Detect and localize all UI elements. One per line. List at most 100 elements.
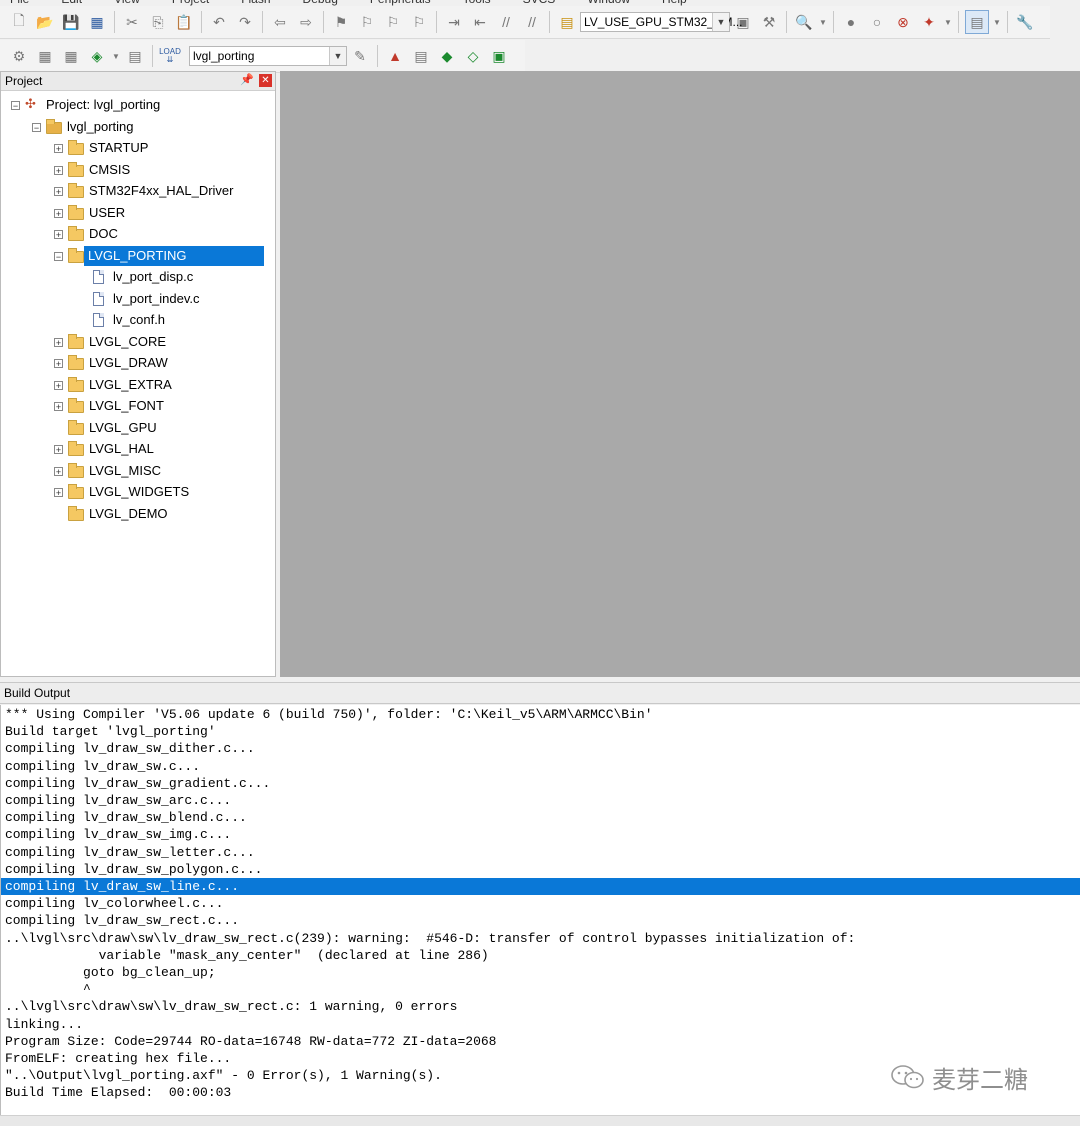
expand-icon[interactable]: + bbox=[54, 488, 63, 498]
unindent-icon[interactable]: ⇤ bbox=[469, 11, 491, 33]
output-line[interactable]: compiling lv_draw_sw_letter.c... bbox=[5, 844, 255, 861]
chevron-down-icon[interactable]: ▼ bbox=[819, 11, 827, 33]
expand-icon[interactable]: + bbox=[54, 144, 63, 154]
tree-folder-item[interactable]: − lvgl_porting bbox=[1, 117, 273, 137]
redo-icon[interactable]: ↷ bbox=[234, 11, 256, 33]
select-packs-icon[interactable]: ◇ bbox=[462, 45, 484, 67]
expand-icon[interactable]: + bbox=[54, 359, 63, 369]
tree-folder-item[interactable]: − ✣ Project: lvgl_porting bbox=[1, 95, 273, 115]
output-line[interactable]: compiling lv_draw_sw_blend.c... bbox=[5, 809, 247, 826]
output-line[interactable]: compiling lv_draw_sw_polygon.c... bbox=[5, 861, 262, 878]
output-line[interactable]: Build Time Elapsed: 00:00:03 bbox=[5, 1084, 231, 1101]
bookmark-prev-icon[interactable]: ⚐ bbox=[356, 11, 378, 33]
indent-icon[interactable]: ⇥ bbox=[443, 11, 465, 33]
output-line[interactable]: ..\lvgl\src\draw\sw\lv_draw_sw_rect.c(23… bbox=[5, 930, 855, 947]
stop-build-icon[interactable]: ▤ bbox=[124, 45, 146, 67]
chevron-down-icon[interactable]: ▼ bbox=[712, 13, 729, 31]
expand-icon[interactable]: + bbox=[54, 187, 63, 197]
build-icon[interactable]: ▦ bbox=[34, 45, 56, 67]
file-extensions-icon[interactable]: ▲ bbox=[384, 45, 406, 67]
bookmark-next-icon[interactable]: ⚐ bbox=[382, 11, 404, 33]
nav-back-icon[interactable]: ⇦ bbox=[269, 11, 291, 33]
tree-folder-item[interactable]: + STARTUP bbox=[1, 138, 273, 158]
tree-folder-item[interactable]: + LVGL_WIDGETS bbox=[1, 482, 273, 502]
output-line[interactable]: compiling lv_draw_sw_img.c... bbox=[5, 826, 231, 843]
chevron-down-icon[interactable]: ▼ bbox=[944, 11, 952, 33]
tree-folder-item[interactable]: + LVGL_CORE bbox=[1, 332, 273, 352]
tree-folder-item[interactable]: + LVGL_DRAW bbox=[1, 353, 273, 373]
expand-icon[interactable]: + bbox=[54, 445, 63, 455]
output-line[interactable]: compiling lv_draw_sw_rect.c... bbox=[5, 912, 239, 929]
download-icon[interactable]: LOAD ⇊ bbox=[159, 45, 181, 67]
close-icon[interactable]: ✕ bbox=[259, 74, 272, 87]
tree-folder-item[interactable]: + LVGL_HAL bbox=[1, 439, 273, 459]
breakpoint-kill-all-icon[interactable]: ✦ bbox=[918, 11, 940, 33]
find-in-files-icon[interactable]: ▤ bbox=[556, 11, 578, 33]
tree-folder-item[interactable]: + USER bbox=[1, 203, 273, 223]
collapse-icon[interactable]: − bbox=[11, 101, 20, 111]
breakpoint-enable-icon[interactable]: ○ bbox=[866, 11, 888, 33]
tree-folder-item[interactable]: LVGL_DEMO bbox=[1, 504, 273, 524]
output-line[interactable]: variable "mask_any_center" (declared at … bbox=[5, 947, 489, 964]
new-file-icon[interactable]: 🗋 bbox=[8, 11, 30, 33]
tree-folder-item[interactable]: + STM32F4xx_HAL_Driver bbox=[1, 181, 273, 201]
window-layout-icon[interactable]: ▤ bbox=[965, 10, 989, 34]
output-line[interactable]: compiling lv_draw_sw_dither.c... bbox=[5, 740, 255, 757]
incremental-find-icon[interactable]: ⚒ bbox=[758, 11, 780, 33]
copy-icon[interactable]: ⎘ bbox=[147, 11, 169, 33]
expand-icon[interactable]: + bbox=[54, 380, 63, 390]
expand-icon[interactable]: + bbox=[54, 230, 63, 240]
expand-icon[interactable]: + bbox=[54, 337, 63, 347]
breakpoint-insert-icon[interactable]: ● bbox=[840, 11, 862, 33]
tree-folder-item[interactable]: LVGL_GPU bbox=[1, 418, 273, 438]
tree-file-item[interactable]: lv_port_disp.c bbox=[1, 267, 273, 287]
comment-icon[interactable]: // bbox=[495, 11, 517, 33]
output-line[interactable]: ^ bbox=[5, 981, 91, 998]
output-line[interactable]: Build target 'lvgl_porting' bbox=[5, 723, 216, 740]
cut-icon[interactable]: ✂ bbox=[121, 11, 143, 33]
uncomment-icon[interactable]: // bbox=[521, 11, 543, 33]
tree-folder-item[interactable]: + LVGL_EXTRA bbox=[1, 375, 273, 395]
manage-run-time-environment-icon[interactable]: ◆ bbox=[436, 45, 458, 67]
tree-folder-item[interactable]: + CMSIS bbox=[1, 160, 273, 180]
find-combo[interactable]: LV_USE_GPU_STM32_DM... ▼ bbox=[580, 12, 743, 32]
tree-folder-item[interactable]: + LVGL_FONT bbox=[1, 396, 273, 416]
tree-folder-item[interactable]: + DOC bbox=[1, 224, 273, 244]
collapse-icon[interactable]: − bbox=[54, 251, 63, 261]
open-folder-icon[interactable]: 📂 bbox=[34, 11, 56, 33]
pack-installer-icon[interactable]: ▣ bbox=[488, 45, 510, 67]
batch-build-icon[interactable]: ◈ bbox=[86, 45, 108, 67]
expand-icon[interactable]: + bbox=[54, 208, 63, 218]
chevron-down-icon[interactable]: ▼ bbox=[329, 47, 346, 65]
rebuild-icon[interactable]: ▦ bbox=[60, 45, 82, 67]
debug-session-icon[interactable]: 🔍 bbox=[793, 11, 815, 33]
output-line[interactable]: "..\Output\lvgl_porting.axf" - 0 Error(s… bbox=[5, 1067, 442, 1084]
collapse-icon[interactable]: − bbox=[32, 122, 41, 132]
output-line[interactable]: compiling lv_draw_sw_gradient.c... bbox=[5, 775, 270, 792]
breakpoint-disable-all-icon[interactable]: ⊗ bbox=[892, 11, 914, 33]
output-line[interactable]: linking... bbox=[5, 1016, 83, 1033]
tree-folder-item[interactable]: − LVGL_PORTING bbox=[1, 245, 273, 266]
output-line[interactable]: compiling lv_draw_sw.c... bbox=[5, 758, 200, 775]
output-line[interactable]: *** Using Compiler 'V5.06 update 6 (buil… bbox=[5, 706, 653, 723]
output-line[interactable]: ..\lvgl\src\draw\sw\lv_draw_sw_rect.c: 1… bbox=[5, 998, 457, 1015]
expand-icon[interactable]: + bbox=[54, 165, 63, 175]
output-line[interactable]: compiling lv_draw_sw_arc.c... bbox=[5, 792, 231, 809]
output-line[interactable]: goto bg_clean_up; bbox=[5, 964, 216, 981]
pin-icon[interactable]: 📌 bbox=[240, 73, 254, 86]
paste-icon[interactable]: 📋 bbox=[173, 11, 195, 33]
expand-icon[interactable]: + bbox=[54, 466, 63, 476]
output-line[interactable]: FromELF: creating hex file... bbox=[5, 1050, 231, 1067]
expand-icon[interactable]: + bbox=[54, 402, 63, 412]
target-options-icon[interactable]: ✎ bbox=[349, 45, 371, 67]
bookmark-clear-icon[interactable]: ⚐ bbox=[408, 11, 430, 33]
chevron-down-icon[interactable]: ▼ bbox=[112, 45, 120, 67]
translate-icon[interactable]: ⚙ bbox=[8, 45, 30, 67]
chevron-down-icon[interactable]: ▼ bbox=[993, 11, 1001, 33]
target-select[interactable]: lvgl_porting ▼ bbox=[189, 46, 347, 66]
configure-icon[interactable]: 🔧 bbox=[1014, 11, 1036, 33]
tree-file-item[interactable]: lv_port_indev.c bbox=[1, 289, 273, 309]
save-icon[interactable]: 💾 bbox=[60, 11, 82, 33]
undo-icon[interactable]: ↶ bbox=[208, 11, 230, 33]
manage-project-items-icon[interactable]: ▤ bbox=[410, 45, 432, 67]
